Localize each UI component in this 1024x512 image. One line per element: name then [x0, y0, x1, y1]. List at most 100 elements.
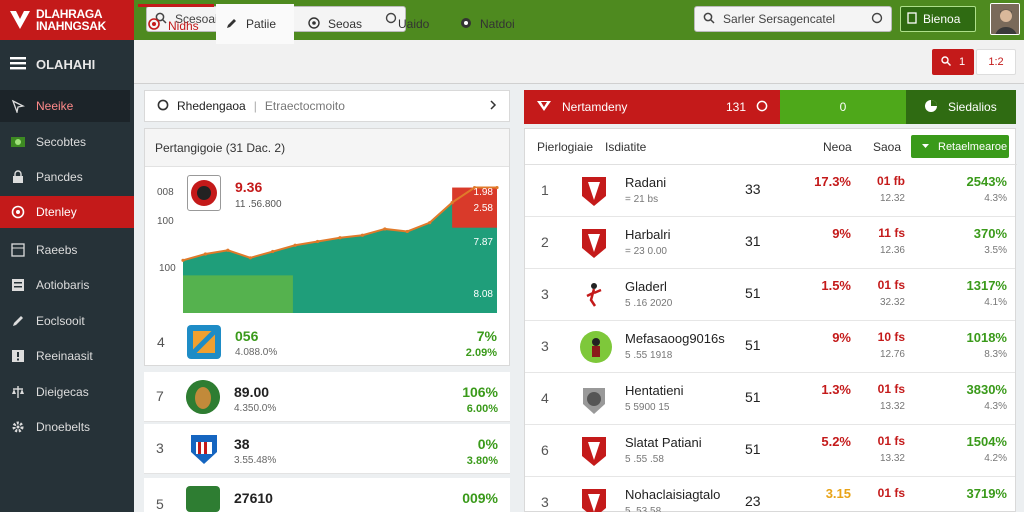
- tab-label: Seoas: [328, 17, 363, 31]
- row-subpercent: 2.09%: [465, 347, 497, 359]
- logo-mark-icon: [6, 6, 34, 34]
- pager-prev[interactable]: 1: [932, 49, 974, 75]
- tab-3[interactable]: Uaido: [388, 4, 444, 44]
- sidebar-item-9[interactable]: Dnoebelts: [0, 411, 130, 443]
- sidebar-item-label: Dnoebelts: [36, 420, 91, 434]
- pager-next[interactable]: 1:2: [976, 49, 1016, 75]
- row-percent: 1.5%: [821, 278, 851, 293]
- row-metric-sub: 32.32: [879, 297, 905, 308]
- sidebar-item-label: Pancdes: [36, 170, 83, 184]
- chevron-right-icon[interactable]: [489, 99, 497, 113]
- edit-icon: [10, 313, 26, 329]
- row-gain: 3830%: [966, 382, 1007, 397]
- app-logo[interactable]: DLAHRAGA INAHNGSAK: [0, 0, 134, 40]
- row-rank: 6: [541, 442, 549, 458]
- pen-icon: [226, 17, 238, 32]
- list-item[interactable]: 3 38 3.55.48% 0% 3.80%: [144, 424, 510, 474]
- sidebar-item-3[interactable]: Dtenley: [0, 196, 134, 228]
- sidebar-item-5[interactable]: Aotiobaris: [0, 269, 130, 301]
- filter-button[interactable]: Retaelmearoe: [911, 135, 1009, 158]
- row-subpercent: 6.00%: [466, 403, 498, 415]
- team-badge-icon: [579, 226, 609, 260]
- table-row[interactable]: 3 Gladerl 5 .16 2020 51 1.5% 01 fs 32.32 1317% 4…: [525, 269, 1015, 321]
- right-header-count: 131: [725, 100, 746, 114]
- row-rank: 1: [541, 182, 549, 198]
- right-header-title: Nertamdeny: [562, 100, 628, 114]
- sidebar-item-7[interactable]: Reeinaasit: [0, 340, 130, 372]
- table-row[interactable]: 6 Slatat Patiani 5 .55 .58 51 5.2% 01 fs 13.32…: [525, 425, 1015, 477]
- sidebar-item-label: Eoclsooit: [36, 314, 85, 328]
- ball-icon: [460, 17, 472, 32]
- row-number: 51: [745, 285, 761, 301]
- list-item[interactable]: 7 89.00 4.350.0% 106% 6.00%: [144, 372, 510, 422]
- tab-2[interactable]: Seoas: [298, 4, 378, 44]
- sidebar-item-label: Secobtes: [36, 135, 87, 149]
- sidebar-header[interactable]: OLAHAHI: [0, 40, 134, 88]
- team-badge-icon: [579, 434, 609, 468]
- row-value: 89.00: [234, 384, 270, 400]
- list-item[interactable]: 5 27610 009%: [144, 478, 510, 512]
- clear-icon[interactable]: [871, 12, 883, 27]
- tick-label: 100: [157, 216, 174, 227]
- row-metric: 11 fs: [878, 226, 905, 240]
- tab-1[interactable]: Patiie: [216, 4, 294, 44]
- row-number: 51: [745, 441, 761, 457]
- column-header[interactable]: Neoa: [823, 140, 852, 154]
- sidebar-item-6[interactable]: Eoclsooit: [0, 305, 130, 337]
- list-item[interactable]: 4 056 4.088.0% 7% 2.09%: [145, 317, 509, 365]
- data-point: [226, 248, 230, 252]
- user-avatar[interactable]: [990, 3, 1020, 35]
- table-row[interactable]: 4 Hentatieni 5 5900 15 51 1.3% 01 fs 13.32 3830…: [525, 373, 1015, 425]
- row-percent: 009%: [462, 490, 498, 506]
- table-row[interactable]: 3 Mefasaoog9016s 5 .55 1918 51 9% 10 fs 12.76 1…: [525, 321, 1015, 373]
- sidebar-item-label: Aotiobaris: [36, 278, 90, 292]
- left-panel-header[interactable]: Rhedengaoa | Etraectocmoito: [144, 90, 510, 122]
- data-point: [203, 252, 208, 256]
- table-row[interactable]: 1 Radani = 21 bs 33 17.3% 01 fb 12.32 2543% 4.3%: [525, 165, 1015, 217]
- sidebar-item-label: Dieigecas: [36, 385, 89, 399]
- right-tick-label: 2.58: [473, 203, 493, 214]
- right-header-red[interactable]: Nertamdeny 131: [524, 90, 780, 124]
- sidebar-item-label: Reeinaasit: [36, 349, 93, 363]
- row-gain: 1504%: [966, 434, 1007, 449]
- player-name: Harbalri: [625, 227, 671, 242]
- row-percent: 0%: [477, 436, 498, 452]
- sidebar-item-2[interactable]: Pancdes: [0, 161, 130, 193]
- player-name: Gladerl: [625, 279, 667, 294]
- chart-card: Pertangigoie (31 Dac. 2) 9.36 11 .56.800…: [144, 128, 510, 366]
- player-sub: = 21 bs: [625, 194, 659, 205]
- sidebar-item-8[interactable]: Dieigecas: [0, 376, 130, 408]
- menu-icon[interactable]: [10, 56, 26, 73]
- tab-4[interactable]: Natdoi: [450, 4, 526, 44]
- row-rank: 3: [541, 494, 549, 510]
- table-title-b: Isdiatite: [605, 140, 647, 154]
- row-number: 51: [745, 389, 761, 405]
- sidebar-item-4[interactable]: Raeebs: [0, 234, 130, 266]
- ball-icon: [308, 16, 320, 32]
- row-metric: 01 fs: [877, 434, 905, 448]
- row-rank: 2: [541, 234, 549, 250]
- team-badge-icon: [579, 382, 609, 416]
- sidebar-item-1[interactable]: Secobtes: [0, 126, 130, 158]
- table-row[interactable]: 2 Harbalri = 23 0.00 31 9% 11 fs 12.36 370% 3.5%: [525, 217, 1015, 269]
- right-header-green[interactable]: 0: [780, 90, 906, 124]
- row-percent: 9%: [832, 330, 851, 345]
- row-metric: 01 fs: [877, 486, 905, 500]
- top-action-button[interactable]: Bienoa: [900, 6, 976, 32]
- row-value: 38: [234, 436, 250, 452]
- row-gain-sub: 3.5%: [984, 245, 1007, 256]
- right-header-dark[interactable]: Siedalios: [906, 90, 1016, 124]
- target-icon: [148, 18, 160, 33]
- team-badge-icon: [188, 432, 222, 466]
- column-header[interactable]: Saoa: [873, 140, 901, 154]
- table-row[interactable]: 3 Nohaclaisiagtalo 5 .53 58 23 3.15 01 fs 3719…: [525, 477, 1015, 512]
- secondary-search-input[interactable]: Sarler Sersagencatel: [694, 6, 892, 32]
- player-name: Nohaclaisiagtalo: [625, 487, 721, 502]
- sidebar-item-0[interactable]: Neeike: [0, 90, 130, 122]
- row-value: 27610: [234, 490, 273, 506]
- pager-right-label: 1:2: [988, 56, 1004, 68]
- row-metric-sub: 12.32: [879, 193, 905, 204]
- shield-icon: [536, 99, 552, 116]
- row-percent: 106%: [462, 384, 498, 400]
- tab-0[interactable]: Nidhs: [138, 4, 214, 44]
